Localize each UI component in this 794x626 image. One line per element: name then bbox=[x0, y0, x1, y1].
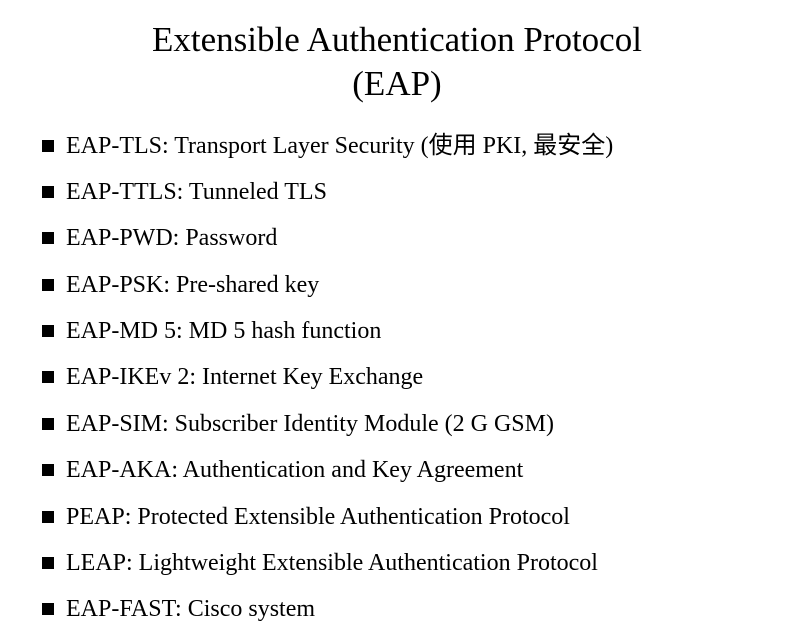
list-item: EAP-AKA: Authentication and Key Agreemen… bbox=[42, 454, 764, 486]
square-bullet-icon bbox=[42, 464, 54, 476]
square-bullet-icon bbox=[42, 325, 54, 337]
bullet-text: EAP-PWD: Password bbox=[66, 222, 764, 254]
square-bullet-icon bbox=[42, 511, 54, 523]
list-item: EAP-FAST: Cisco system bbox=[42, 593, 764, 625]
square-bullet-icon bbox=[42, 140, 54, 152]
list-item: EAP-PSK: Pre-shared key bbox=[42, 269, 764, 301]
list-item: LEAP: Lightweight Extensible Authenticat… bbox=[42, 547, 764, 579]
square-bullet-icon bbox=[42, 279, 54, 291]
bullet-list: EAP-TLS: Transport Layer Security (使用 PK… bbox=[30, 130, 764, 626]
bullet-text: EAP-AKA: Authentication and Key Agreemen… bbox=[66, 454, 764, 486]
square-bullet-icon bbox=[42, 186, 54, 198]
square-bullet-icon bbox=[42, 603, 54, 615]
title-line-1: Extensible Authentication Protocol bbox=[152, 20, 642, 59]
bullet-text: EAP-PSK: Pre-shared key bbox=[66, 269, 764, 301]
bullet-text: PEAP: Protected Extensible Authenticatio… bbox=[66, 501, 764, 533]
bullet-text: EAP-TTLS: Tunneled TLS bbox=[66, 176, 764, 208]
slide-title: Extensible Authentication Protocol (EAP) bbox=[30, 18, 764, 106]
list-item: EAP-PWD: Password bbox=[42, 222, 764, 254]
list-item: PEAP: Protected Extensible Authenticatio… bbox=[42, 501, 764, 533]
bullet-text: EAP-FAST: Cisco system bbox=[66, 593, 764, 625]
bullet-text: EAP-TLS: Transport Layer Security (使用 PK… bbox=[66, 130, 764, 162]
square-bullet-icon bbox=[42, 418, 54, 430]
bullet-text: EAP-MD 5: MD 5 hash function bbox=[66, 315, 764, 347]
square-bullet-icon bbox=[42, 371, 54, 383]
list-item: EAP-TTLS: Tunneled TLS bbox=[42, 176, 764, 208]
bullet-text: EAP-SIM: Subscriber Identity Module (2 G… bbox=[66, 408, 764, 440]
bullet-text: LEAP: Lightweight Extensible Authenticat… bbox=[66, 547, 764, 579]
list-item: EAP-MD 5: MD 5 hash function bbox=[42, 315, 764, 347]
list-item: EAP-TLS: Transport Layer Security (使用 PK… bbox=[42, 130, 764, 162]
square-bullet-icon bbox=[42, 557, 54, 569]
list-item: EAP-IKEv 2: Internet Key Exchange bbox=[42, 361, 764, 393]
title-line-2: (EAP) bbox=[352, 64, 441, 103]
bullet-text: EAP-IKEv 2: Internet Key Exchange bbox=[66, 361, 764, 393]
square-bullet-icon bbox=[42, 232, 54, 244]
list-item: EAP-SIM: Subscriber Identity Module (2 G… bbox=[42, 408, 764, 440]
